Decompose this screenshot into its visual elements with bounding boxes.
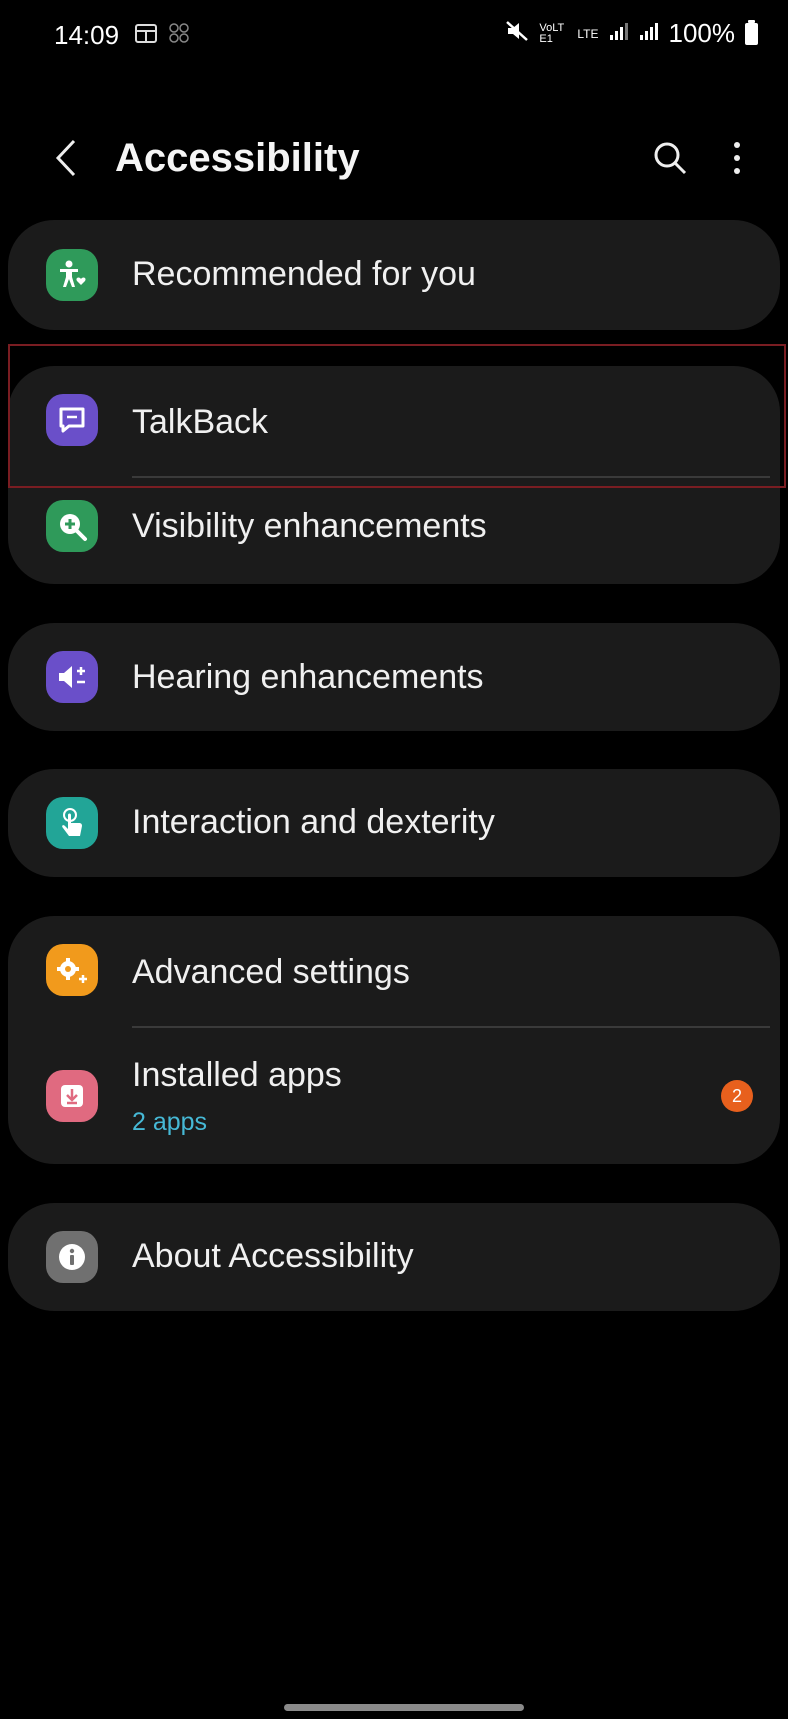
row-about-accessibility[interactable]: About Accessibility — [8, 1203, 780, 1311]
page-title: Accessibility — [115, 136, 360, 180]
row-subtitle: 2 apps — [132, 1108, 208, 1136]
lte-icon: LTE — [577, 26, 599, 41]
row-advanced-settings[interactable]: Advanced settings — [8, 916, 780, 1026]
settings-group: Interaction and dexterity — [8, 769, 780, 877]
settings-group: TalkBack Visibility enhancements — [8, 366, 780, 584]
row-installed-apps[interactable]: Installed apps 2 apps 2 — [8, 1028, 780, 1164]
row-label: Visibility enhancements — [132, 507, 487, 545]
accessibility-person-icon — [46, 249, 98, 301]
back-button[interactable] — [44, 135, 88, 185]
row-label: Installed apps — [132, 1056, 342, 1094]
status-left-icons — [134, 22, 190, 50]
home-indicator[interactable] — [284, 1704, 524, 1711]
calendar-icon — [134, 22, 158, 50]
search-button[interactable] — [645, 135, 695, 185]
speaker-icon — [46, 651, 98, 703]
chat-bubble-icon — [46, 394, 98, 446]
info-icon — [46, 1231, 98, 1283]
status-right-icons: VoLTE1 LTE 100% — [505, 18, 758, 49]
signal-icon — [639, 21, 659, 46]
row-label: Hearing enhancements — [132, 658, 484, 696]
row-visibility-enhancements[interactable]: Visibility enhancements — [8, 478, 780, 584]
zoom-in-icon — [46, 500, 98, 552]
status-bar: 14:09 VoLTE1 LTE 100% — [0, 0, 788, 70]
mute-icon — [505, 20, 529, 47]
back-chevron-icon — [54, 138, 78, 183]
gear-plus-icon — [46, 944, 98, 996]
battery-icon — [745, 19, 758, 45]
notification-badge: 2 — [721, 1080, 753, 1112]
row-label: Interaction and dexterity — [132, 803, 495, 841]
touch-hand-icon — [46, 797, 98, 849]
more-vert-icon — [732, 141, 742, 180]
download-icon — [46, 1070, 98, 1122]
row-label: Advanced settings — [132, 953, 410, 991]
row-label: About Accessibility — [132, 1237, 414, 1275]
settings-group: Recommended for you — [8, 220, 780, 330]
search-icon — [652, 140, 688, 181]
row-label: Recommended for you — [132, 255, 476, 293]
volte-icon: VoLTE1 — [539, 21, 565, 45]
signal-icon — [609, 21, 629, 46]
app-bar: Accessibility — [0, 110, 788, 210]
row-interaction-and-dexterity[interactable]: Interaction and dexterity — [8, 769, 780, 877]
row-hearing-enhancements[interactable]: Hearing enhancements — [8, 623, 780, 731]
settings-group: Advanced settings Installed apps 2 apps … — [8, 916, 780, 1164]
row-label: TalkBack — [132, 403, 269, 441]
more-options-button[interactable] — [712, 135, 762, 185]
battery-percent: 100% — [668, 18, 736, 48]
row-talkback[interactable]: TalkBack — [8, 366, 780, 476]
row-recommended-for-you[interactable]: Recommended for you — [8, 220, 780, 330]
pinwheel-icon — [168, 22, 190, 50]
settings-group: Hearing enhancements — [8, 623, 780, 731]
status-time: 14:09 — [54, 20, 120, 50]
settings-group: About Accessibility — [8, 1203, 780, 1311]
